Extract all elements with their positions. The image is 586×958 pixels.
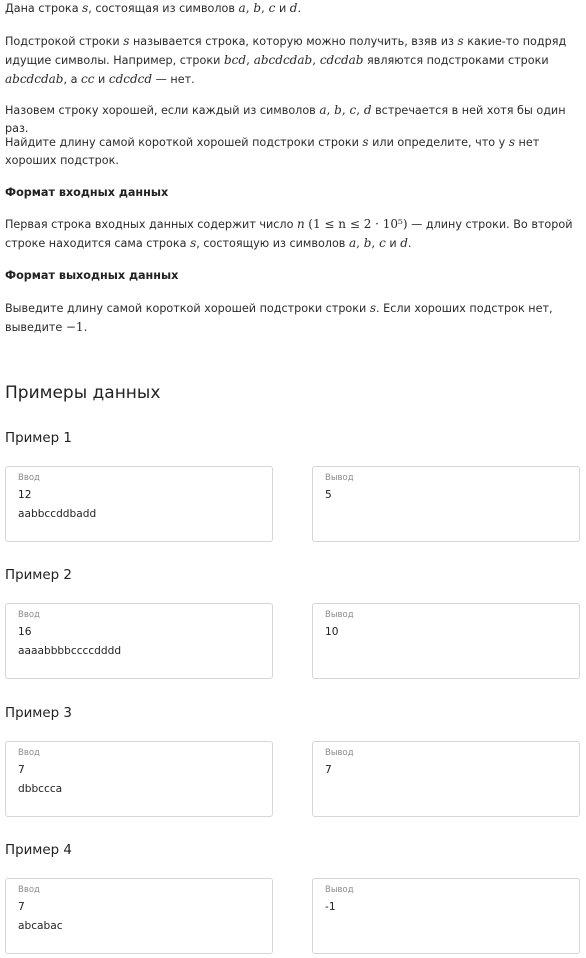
input-format-text: Первая строка входных данных содержит чи…	[5, 217, 573, 250]
output-value: 10	[325, 626, 339, 638]
input-line: 16	[18, 626, 32, 638]
example-output-box[interactable]: Вывод 5	[312, 466, 580, 542]
example-output-box[interactable]: Вывод -1	[312, 878, 580, 954]
input-label: Ввод	[18, 473, 40, 483]
output-value: -1	[325, 901, 336, 913]
statement-paragraph-1: Дана строка s, состоящая из символов a, …	[5, 1, 302, 15]
output-label: Вывод	[325, 610, 354, 620]
input-format-heading: Формат входных данных	[5, 186, 169, 199]
output-format-heading: Формат выходных данных	[5, 269, 179, 282]
input-label: Ввод	[18, 748, 40, 758]
input-line: aabbccddbadd	[18, 508, 97, 520]
example-title: Пример 1	[5, 431, 72, 446]
example-title: Пример 2	[5, 568, 72, 583]
output-label: Вывод	[325, 748, 354, 758]
example-output-box[interactable]: Вывод 7	[312, 741, 580, 817]
input-line: aaaabbbbccccdddd	[18, 645, 122, 657]
output-format-text: Выведите длину самой короткой хорошей по…	[5, 301, 553, 334]
statement-paragraph-4: Найдите длину самой короткой хорошей под…	[5, 135, 540, 167]
output-value: 7	[325, 764, 332, 776]
example-input-box[interactable]: Ввод 12 aabbccddbadd	[5, 466, 273, 542]
input-line: 7	[18, 764, 25, 776]
output-label: Вывод	[325, 885, 354, 895]
examples-heading: Примеры данных	[5, 383, 161, 403]
input-label: Ввод	[18, 885, 40, 895]
input-line: 7	[18, 901, 25, 913]
statement-paragraph-2: Подстрокой строки s называется строка, к…	[5, 34, 567, 86]
example-input-box[interactable]: Ввод 7 dbbccca	[5, 741, 273, 817]
example-input-box[interactable]: Ввод 16 aaaabbbbccccdddd	[5, 603, 273, 679]
example-title: Пример 4	[5, 843, 72, 858]
output-label: Вывод	[325, 473, 354, 483]
input-line: dbbccca	[18, 783, 63, 795]
input-line: abcabac	[18, 920, 63, 932]
example-output-box[interactable]: Вывод 10	[312, 603, 580, 679]
input-line: 12	[18, 489, 32, 501]
example-title: Пример 3	[5, 706, 72, 721]
output-value: 5	[325, 489, 332, 501]
input-label: Ввод	[18, 610, 40, 620]
example-input-box[interactable]: Ввод 7 abcabac	[5, 878, 273, 954]
